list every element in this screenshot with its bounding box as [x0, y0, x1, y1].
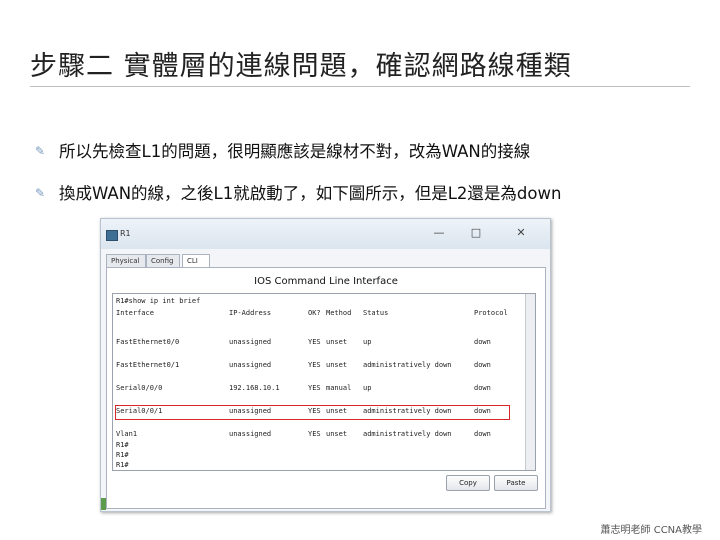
bullet-text-1: 所以先檢查L1的問題，很明顯應該是線材不對，改為WAN的接線 — [59, 142, 531, 161]
minimize-button[interactable]: — — [427, 225, 451, 241]
console-cell: FastEthernet0/1 — [116, 361, 180, 369]
bullet-item-1: ✎ 所以先檢查L1的問題，很明顯應該是線材不對，改為WAN的接線 — [35, 138, 530, 162]
console-cell: unassigned — [229, 430, 272, 438]
console-cell: FastEthernet0/0 — [116, 338, 180, 346]
console-cell: unassigned — [229, 338, 272, 346]
console-scrollbar[interactable] — [525, 294, 535, 470]
console-prompt: R1# — [116, 461, 129, 469]
console-prompt: R1# — [116, 441, 129, 449]
header-protocol: Protocol — [474, 309, 508, 317]
window-title-bar[interactable]: R1 — □ ✕ — [101, 219, 550, 249]
console-cell: unset — [326, 361, 348, 369]
console-cell: unassigned — [229, 361, 272, 369]
console-cell: administratively down — [363, 361, 452, 369]
bullet-item-2: ✎ 換成WAN的線，之後L1就啟動了，如下圖所示，但是L2還是為down — [35, 180, 561, 204]
router-cli-window: R1 — □ ✕ Physical Config CLI IOS Command… — [100, 218, 551, 512]
cli-console[interactable]: R1#show ip int brief Interface IP-Addres… — [112, 293, 536, 471]
cli-panel: IOS Command Line Interface R1#show ip in… — [106, 267, 546, 509]
paste-button[interactable]: Paste — [494, 475, 538, 491]
console-row: FastEthernet0/0 unassigned YES unset up down — [116, 338, 516, 348]
console-row: Serial0/0/0 192.168.10.1 YES manual up down — [116, 384, 516, 394]
console-cell: 192.168.10.1 — [229, 384, 280, 392]
console-row: FastEthernet0/1 unassigned YES unset adminis… — [116, 361, 516, 371]
header-method: Method — [326, 309, 352, 317]
cli-heading: IOS Command Line Interface — [254, 276, 398, 287]
console-cell: administratively down — [363, 430, 452, 438]
console-cell: Serial0/0/0 — [116, 384, 163, 392]
title-divider — [30, 86, 690, 87]
copy-button[interactable]: Copy — [446, 475, 490, 491]
console-command: R1#show ip int brief — [116, 297, 201, 305]
bullet-icon: ✎ — [35, 144, 46, 158]
console-cell: YES — [308, 338, 321, 346]
footer-credit: 蕭志明老師 CCNA教學 — [600, 525, 702, 536]
console-cell: down — [474, 384, 491, 392]
console-cell: unset — [326, 430, 348, 438]
tab-physical[interactable]: Physical — [106, 254, 146, 267]
highlight-box — [115, 405, 510, 420]
bullet-text-2: 換成WAN的線，之後L1就啟動了，如下圖所示，但是L2還是為down — [59, 184, 562, 203]
header-ip: IP-Address — [229, 309, 272, 317]
window-edge-accent — [101, 498, 106, 510]
header-status: Status — [363, 309, 389, 317]
close-button[interactable]: ✕ — [509, 225, 533, 241]
console-row: Vlan1 unassigned YES unset administratively … — [116, 430, 516, 440]
console-cell: up — [363, 384, 372, 392]
window-title: R1 — [120, 229, 131, 238]
bullet-icon: ✎ — [35, 186, 46, 200]
console-header-row: Interface IP-Address OK? Method Status P… — [116, 309, 516, 319]
header-interface: Interface — [116, 309, 154, 317]
console-cell: unset — [326, 338, 348, 346]
console-cell: YES — [308, 361, 321, 369]
console-cell: Vlan1 — [116, 430, 138, 438]
console-cell: down — [474, 338, 491, 346]
console-cell: YES — [308, 430, 321, 438]
maximize-button[interactable]: □ — [464, 225, 488, 241]
console-prompt: R1# — [116, 451, 129, 459]
console-cell: down — [474, 361, 491, 369]
console-cell: up — [363, 338, 372, 346]
tab-config[interactable]: Config — [146, 254, 180, 267]
slide-title: 步驟二 實體層的連線問題，確認網路線種類 — [30, 51, 572, 82]
router-icon — [106, 230, 118, 241]
console-cell: YES — [308, 384, 321, 392]
header-ok: OK? — [308, 309, 321, 317]
console-cell: manual — [326, 384, 352, 392]
tab-cli[interactable]: CLI — [182, 254, 210, 268]
console-cell: down — [474, 430, 491, 438]
